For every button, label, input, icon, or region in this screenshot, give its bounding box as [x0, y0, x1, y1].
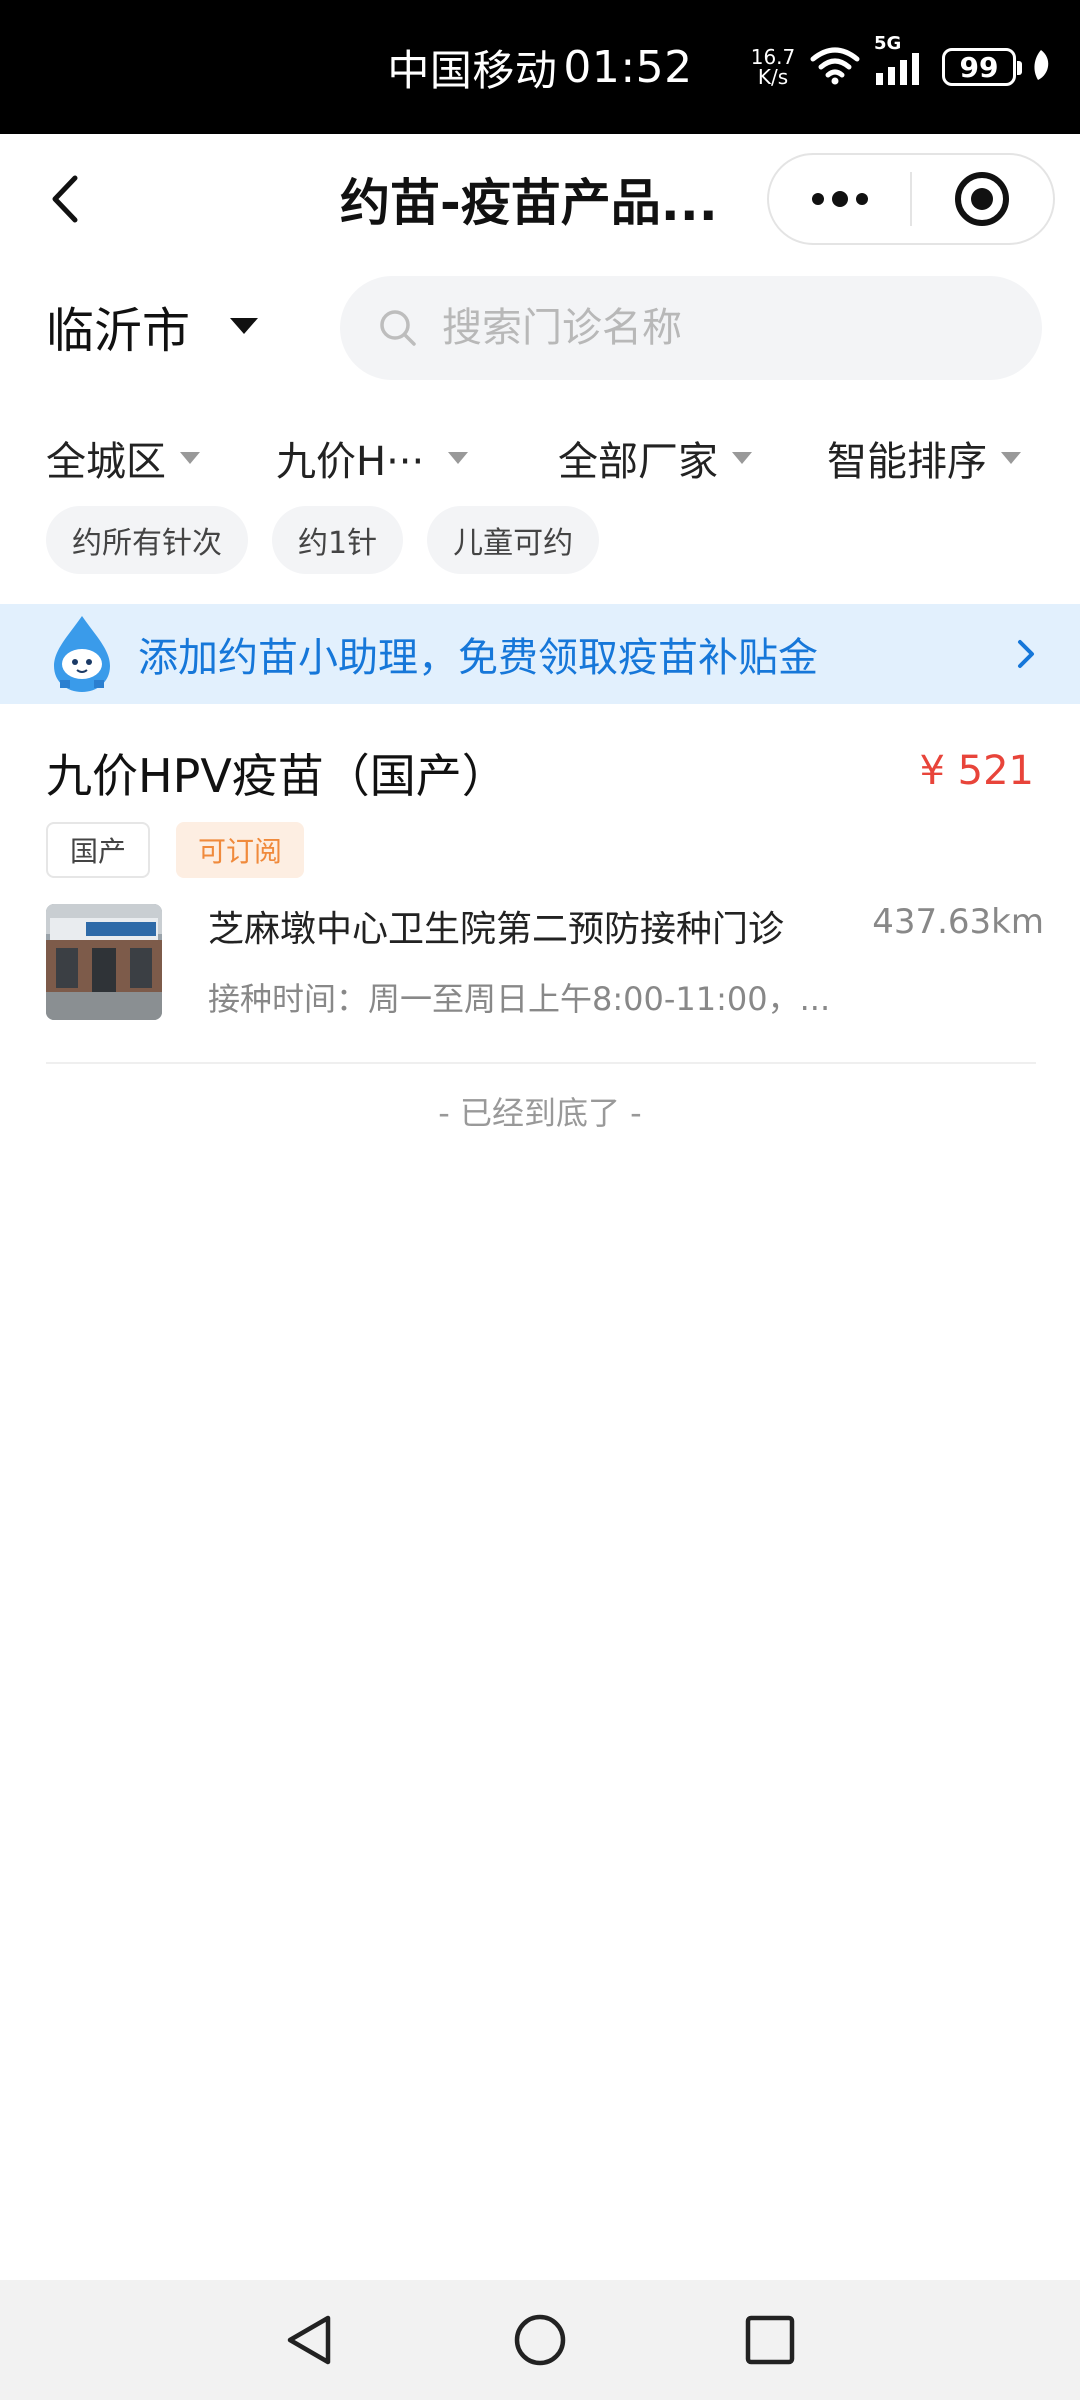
back-button[interactable] [30, 164, 100, 234]
tag-subscribable: 可订阅 [176, 822, 305, 878]
chip-one-dose[interactable]: 约1针 [272, 506, 404, 574]
filter-sort-label: 智能排序 [827, 439, 987, 485]
filter-tabs: 全城区 九价H··· 全部厂家 智能排序 [0, 420, 1080, 496]
card-divider [46, 1062, 1036, 1064]
list-end-indicator: - 已经到底了 - [438, 1094, 642, 1132]
filter-vaccine[interactable]: 九价H··· [276, 420, 469, 496]
filter-manufacturer[interactable]: 全部厂家 [558, 420, 752, 496]
caret-down-icon [180, 452, 200, 464]
tag-domestic: 国产 [46, 822, 151, 878]
chevron-right-icon [1018, 640, 1034, 668]
target-circle-icon [955, 172, 1010, 226]
clinic-photo [46, 904, 162, 1020]
filter-district-label: 全城区 [46, 439, 166, 485]
system-home-button[interactable] [504, 2304, 576, 2376]
caret-down-icon [732, 452, 752, 464]
battery-icon: 99 [942, 48, 1022, 86]
status-bar: 中国移动 01:52 16.7 K/s 5G 99 [0, 0, 1080, 134]
search-box[interactable] [340, 276, 1042, 380]
system-recents-button[interactable] [734, 2304, 806, 2376]
page-title: 约苗-疫苗产品... [340, 174, 718, 232]
clinic-name: 芝麻墩中心卫生院第二预防接种门诊 [208, 909, 785, 950]
vaccine-price: ¥ 521 [919, 748, 1034, 794]
more-button[interactable] [769, 153, 910, 245]
system-nav-bar [0, 2280, 1080, 2400]
filter-vaccine-label: 九价H··· [276, 439, 425, 485]
triangle-back-icon [287, 2315, 331, 2365]
back-arrow-icon [52, 175, 78, 223]
water-drop-mascot-icon [54, 616, 110, 692]
network-type-label: 5G [874, 33, 902, 54]
net-speed-value: 16.7 [750, 45, 796, 69]
caret-down-icon [230, 318, 259, 334]
miniprogram-capsule [767, 153, 1055, 245]
filter-manufacturer-label: 全部厂家 [558, 439, 718, 485]
dose-chips: 约所有针次 约1针 儿童可约 [46, 506, 600, 574]
location-search-row: 临沂市 [0, 264, 1080, 390]
clinic-hours: 接种时间：周一至周日上午8:00-11:00，... [208, 980, 831, 1018]
caret-down-icon [448, 452, 469, 464]
city-selector[interactable]: 临沂市 [46, 290, 260, 362]
banner-text: 添加约苗小助理，免费领取疫苗补贴金 [138, 635, 818, 681]
vaccine-card[interactable]: 九价HPV疫苗（国产） ¥ 521 国产 可订阅 芝麻墩中心卫生院第二预防接种门… [0, 704, 1080, 1064]
status-icons: 16.7 K/s 5G 99 [750, 0, 1052, 134]
circle-home-icon [514, 2314, 566, 2366]
chip-all-doses[interactable]: 约所有针次 [46, 506, 248, 574]
square-recents-icon [745, 2315, 795, 2365]
city-label: 临沂市 [46, 303, 191, 359]
filter-district[interactable]: 全城区 [46, 420, 200, 496]
filter-sort[interactable]: 智能排序 [827, 420, 1021, 496]
nav-bar: 约苗-疫苗产品... [0, 134, 1080, 264]
system-back-button[interactable] [274, 2304, 346, 2376]
assistant-banner[interactable]: 添加约苗小助理，免费领取疫苗补贴金 [0, 604, 1080, 704]
search-icon [380, 310, 416, 346]
net-speed: 16.7 K/s [750, 47, 796, 87]
close-miniprogram-button[interactable] [912, 153, 1053, 245]
vaccine-name: 九价HPV疫苗（国产） [46, 749, 508, 803]
clinic-distance: 437.63km [872, 902, 1044, 942]
leaf-icon [1030, 48, 1052, 86]
search-input[interactable] [442, 305, 1002, 351]
more-dots-icon [811, 191, 868, 207]
battery-level: 99 [959, 50, 999, 84]
net-speed-unit: K/s [757, 65, 789, 89]
clock: 01:52 [563, 41, 693, 93]
signal-5g-icon: 5G [874, 33, 928, 85]
carrier-label: 中国移动 [387, 45, 558, 95]
caret-down-icon [1001, 452, 1021, 464]
chip-children[interactable]: 儿童可约 [427, 506, 600, 574]
wifi-icon [810, 45, 860, 89]
